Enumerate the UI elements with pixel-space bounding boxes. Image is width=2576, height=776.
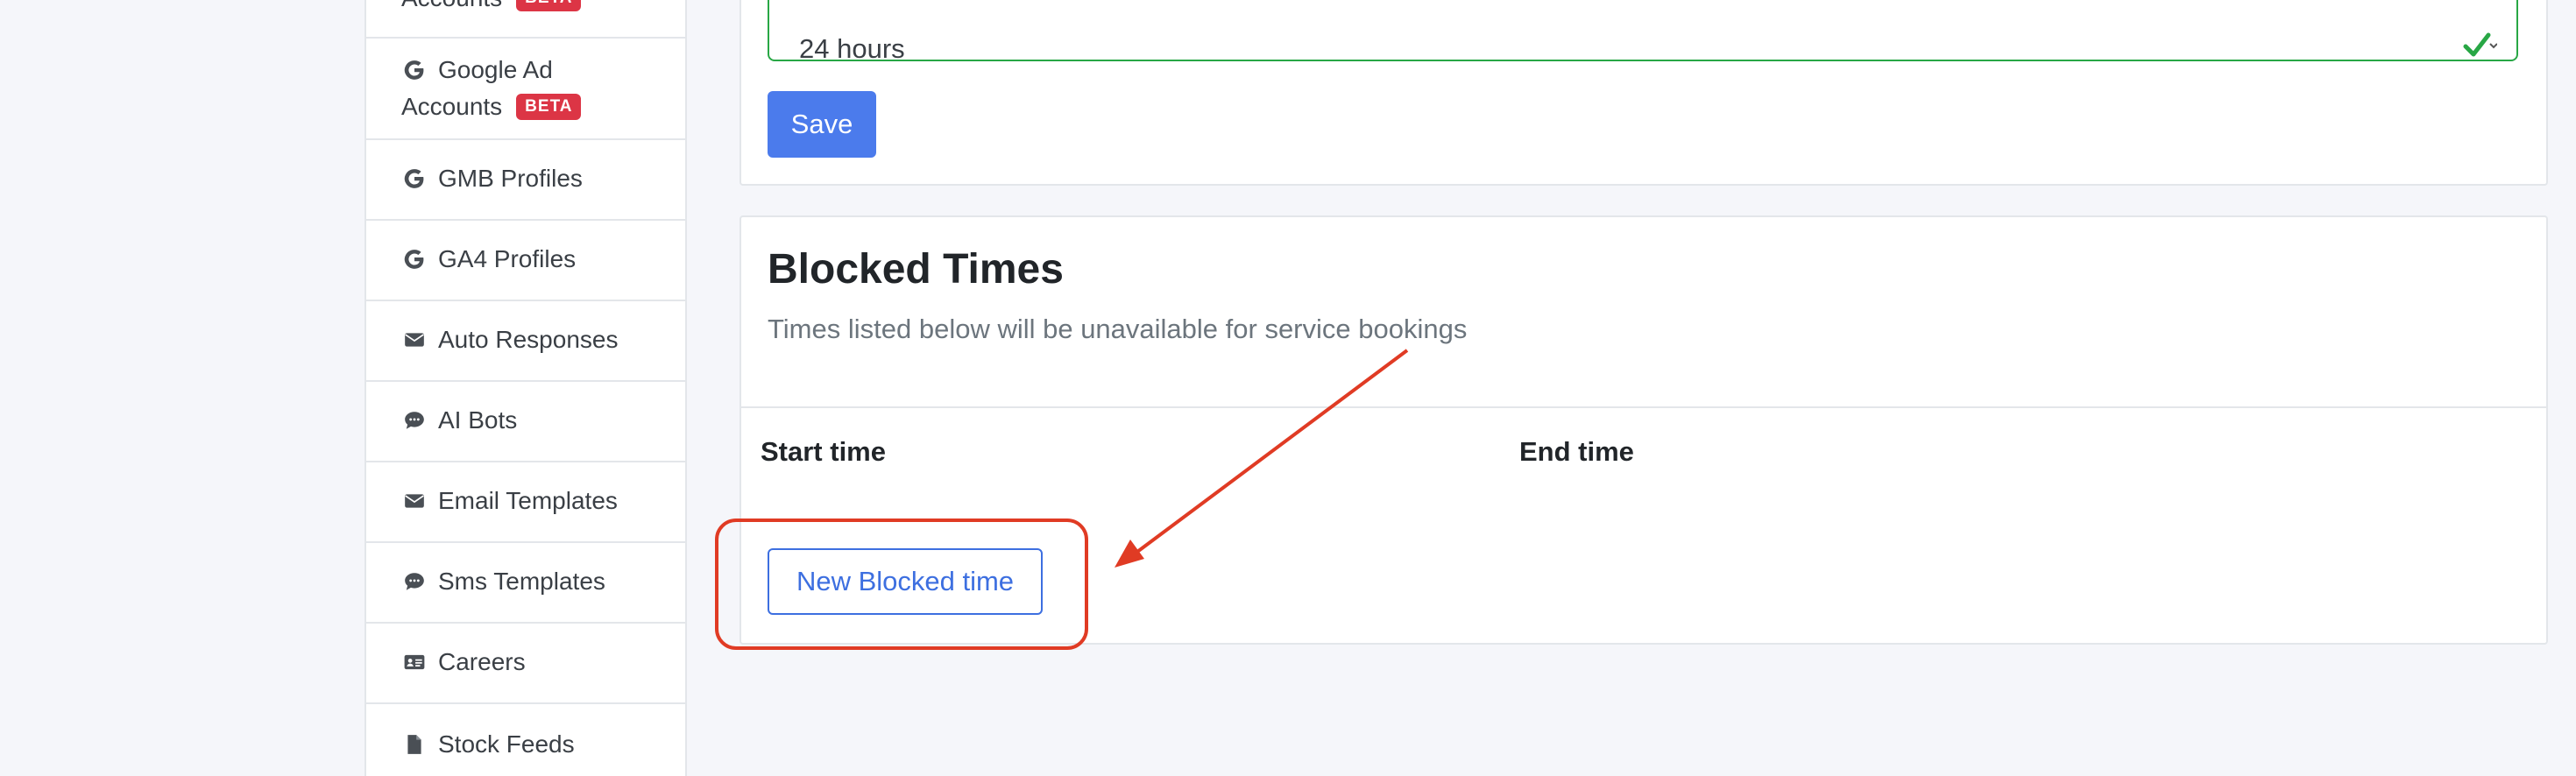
google-icon — [401, 246, 428, 272]
sms-bubble-icon — [401, 568, 428, 595]
check-icon — [2463, 32, 2497, 57]
google-icon — [401, 57, 428, 83]
sidebar-item-label: Auto Responses — [438, 326, 619, 353]
sidebar-item-label: Accounts — [401, 93, 503, 120]
sidebar-item-email-templates[interactable]: Email Templates — [366, 462, 685, 543]
sidebar-item-label: Careers — [438, 648, 526, 675]
beta-badge: BETA — [516, 94, 582, 120]
annotation-highlight-box — [715, 519, 1088, 650]
sidebar-item-label: Stock Feeds — [438, 730, 575, 758]
column-header-start-time: Start time — [761, 436, 886, 467]
sidebar-item-accounts[interactable]: Accounts BETA — [366, 0, 685, 39]
sidebar: Accounts BETA Google Ad Accounts BETA GM… — [364, 0, 687, 776]
sidebar-item-careers[interactable]: Careers — [366, 624, 685, 704]
page-title: Blocked Times — [768, 246, 1064, 293]
sidebar-item-label: Accounts — [401, 0, 502, 12]
sidebar-item-stock-feeds[interactable]: Stock Feeds — [366, 704, 685, 776]
sidebar-item-ga4-profiles[interactable]: GA4 Profiles — [366, 221, 685, 301]
blocked-times-description: Times listed below will be unavailable f… — [768, 314, 1468, 344]
sidebar-item-label: GA4 Profiles — [438, 245, 577, 272]
sidebar-item-auto-responses[interactable]: Auto Responses — [366, 301, 685, 382]
save-button[interactable]: Save — [768, 91, 876, 158]
google-icon — [401, 166, 428, 192]
envelope-icon — [401, 327, 428, 353]
sidebar-item-google-ad-accounts[interactable]: Google Ad Accounts BETA — [366, 39, 685, 140]
sidebar-item-gmb-profiles[interactable]: GMB Profiles — [366, 140, 685, 221]
file-icon — [401, 731, 428, 758]
card-divider — [740, 406, 2548, 408]
sidebar-item-label: Google Ad — [438, 56, 553, 83]
sidebar-item-label: Email Templates — [438, 487, 618, 514]
sidebar-item-ai-bots[interactable]: AI Bots — [366, 382, 685, 462]
sidebar-item-label: GMB Profiles — [438, 165, 583, 192]
beta-badge: BETA — [516, 0, 582, 11]
duration-select-value: 24 hours — [799, 33, 905, 64]
id-card-icon — [401, 649, 428, 675]
sms-bubble-icon — [401, 407, 428, 434]
sidebar-item-label: AI Bots — [438, 406, 518, 434]
duration-select[interactable]: 24 hours — [768, 0, 2518, 64]
envelope-icon — [401, 488, 428, 514]
sidebar-item-label: Sms Templates — [438, 568, 605, 595]
column-header-end-time: End time — [1519, 436, 1634, 467]
sidebar-item-sms-templates[interactable]: Sms Templates — [366, 543, 685, 624]
